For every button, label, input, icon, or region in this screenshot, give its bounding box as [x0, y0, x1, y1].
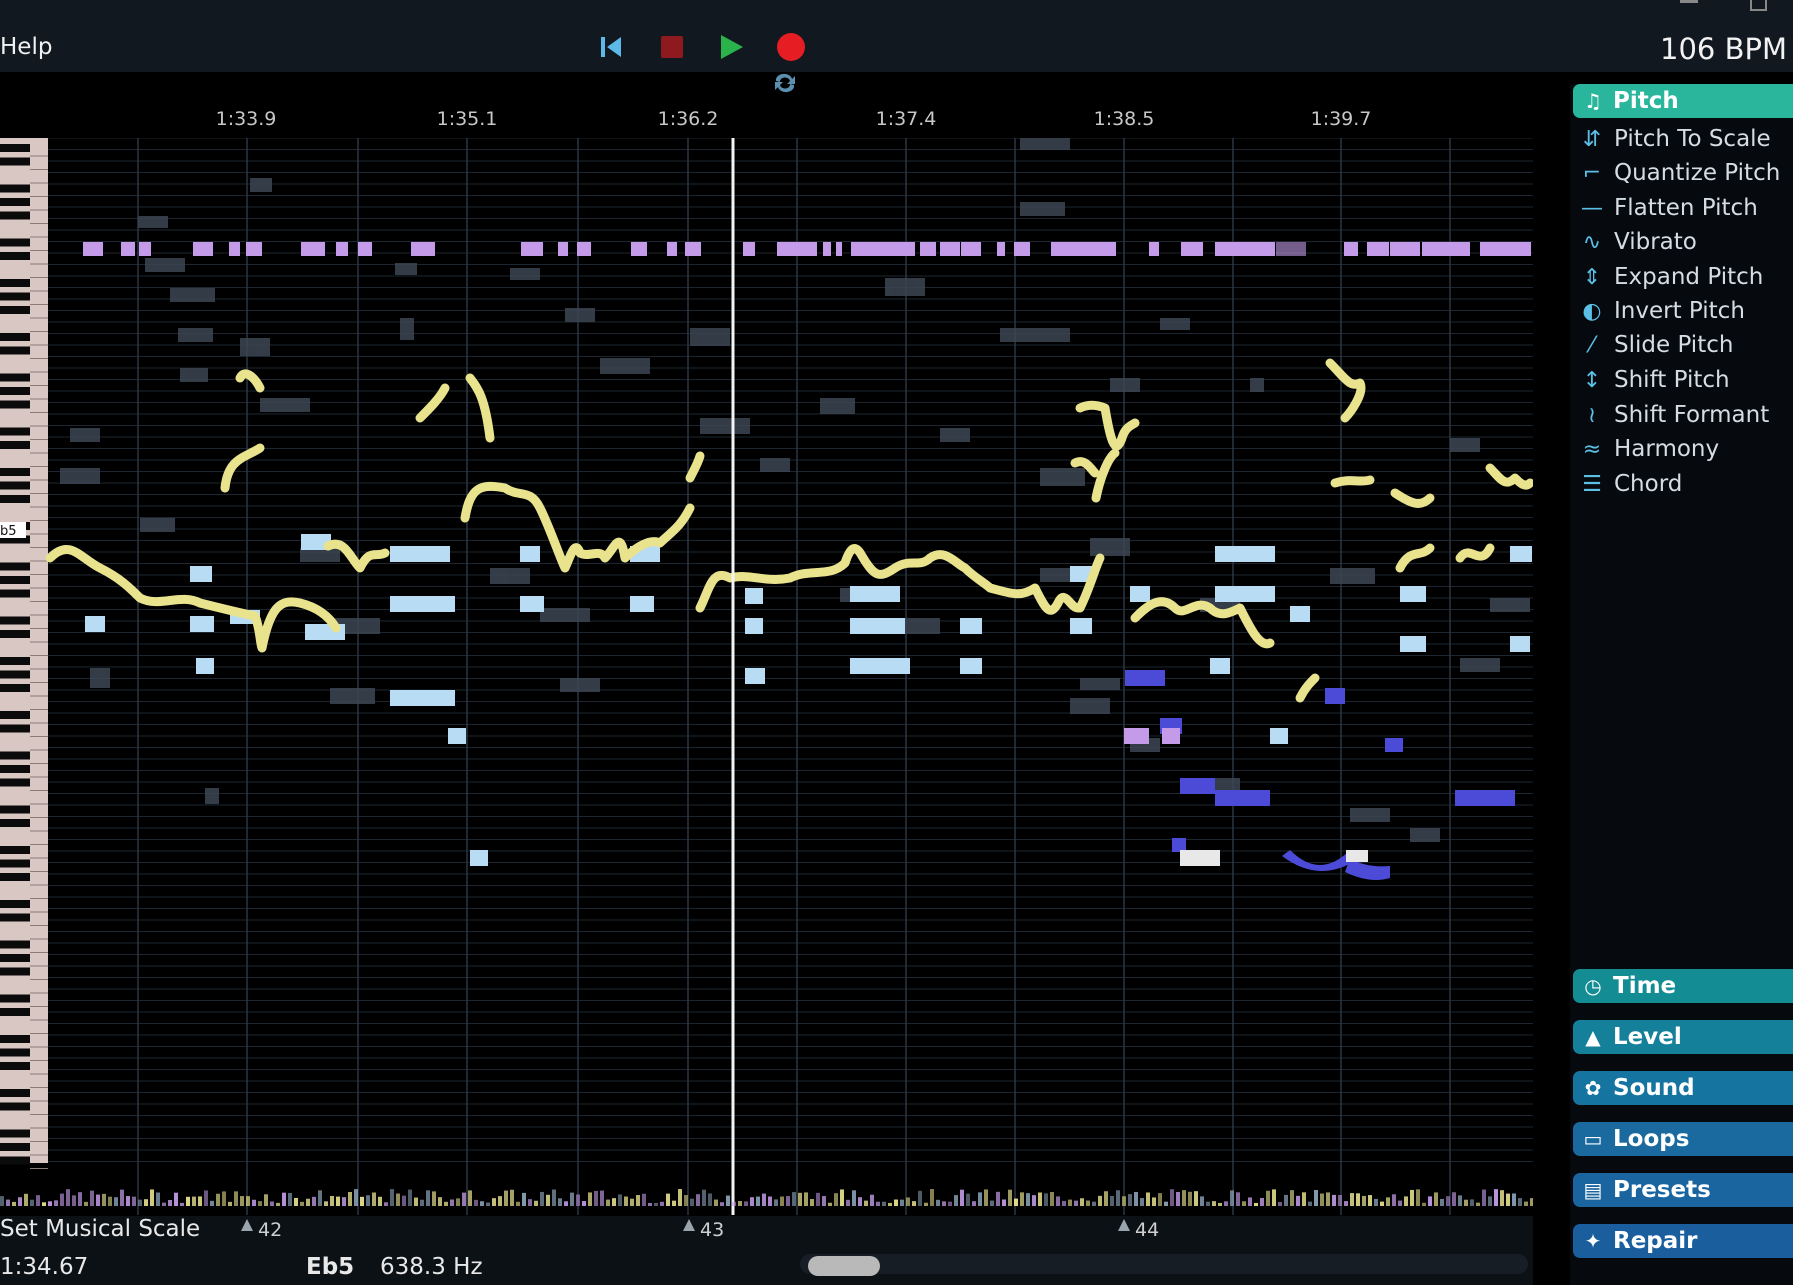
ruler-time-label: 1:33.9	[215, 108, 277, 130]
harmony-icon: ≈	[1582, 436, 1602, 462]
horizontal-scrollbar[interactable]	[800, 1254, 1528, 1274]
tool-pitch-to-scale[interactable]: ⇵ Pitch To Scale	[1578, 124, 1771, 154]
chord-icon: ☰	[1582, 471, 1602, 497]
bar-number: 43	[700, 1219, 725, 1241]
tool-label: Quantize Pitch	[1614, 160, 1781, 186]
level-section-button[interactable]: ▲ Level	[1573, 1020, 1793, 1054]
vibrato-icon: ∿	[1582, 229, 1602, 255]
skip-triangle-icon	[607, 37, 621, 57]
play-button[interactable]	[718, 34, 744, 60]
section-label: Presets	[1613, 1177, 1711, 1203]
ruler-time-label: 1:35.1	[436, 108, 498, 130]
wand-icon: ✦	[1584, 1229, 1602, 1253]
repair-section-button[interactable]: ✦ Repair	[1573, 1224, 1793, 1258]
section-label: Loops	[1613, 1126, 1690, 1152]
tool-quantize-pitch[interactable]: ⌐ Quantize Pitch	[1578, 158, 1781, 188]
loop-toggle[interactable]	[772, 72, 798, 94]
menu-help[interactable]: Help	[0, 34, 52, 60]
tool-label: Pitch To Scale	[1614, 126, 1771, 152]
time-section-button[interactable]: ◷ Time	[1573, 969, 1793, 1003]
tool-vibrato[interactable]: ∿ Vibrato	[1578, 227, 1697, 257]
tool-shift-formant[interactable]: ≀ Shift Formant	[1578, 400, 1769, 430]
tool-label: Harmony	[1614, 436, 1720, 462]
tool-slide-pitch[interactable]: ⁄ Slide Pitch	[1578, 330, 1733, 360]
status-frequency: 638.3 Hz	[380, 1254, 483, 1280]
pitch-editor-canvas[interactable]: b5	[0, 138, 1533, 1215]
tool-harmony[interactable]: ≈ Harmony	[1578, 434, 1719, 464]
stop-icon	[661, 36, 683, 58]
bar-number: 42	[258, 1219, 283, 1241]
quantize-icon: ⌐	[1582, 160, 1602, 186]
stop-button[interactable]	[659, 34, 685, 60]
tool-label: Slide Pitch	[1614, 332, 1734, 358]
tool-label: Chord	[1614, 471, 1683, 497]
status-note: Eb5	[306, 1254, 355, 1280]
tool-label: Shift Formant	[1614, 402, 1770, 428]
flatten-icon: —	[1581, 195, 1603, 221]
slide-icon: ⁄	[1590, 332, 1594, 358]
record-button[interactable]	[776, 32, 806, 62]
play-icon	[721, 35, 743, 59]
cassette-icon: ▭	[1583, 1127, 1603, 1151]
skip-to-start-button[interactable]	[598, 34, 624, 60]
section-label: Repair	[1613, 1228, 1698, 1254]
section-label: Time	[1613, 973, 1677, 999]
pitch-to-scale-icon: ⇵	[1582, 126, 1602, 152]
bar-marker-icon	[241, 1219, 253, 1231]
tool-label: Expand Pitch	[1614, 264, 1764, 290]
tool-label: Shift Pitch	[1614, 367, 1730, 393]
top-bar	[0, 0, 1793, 72]
minimize-icon[interactable]	[1680, 0, 1698, 3]
pitch-section-header[interactable]: ♫ Pitch	[1573, 84, 1793, 118]
sound-section-button[interactable]: ✿ Sound	[1573, 1071, 1793, 1105]
pitch-grid	[48, 138, 1533, 1162]
loops-section-button[interactable]: ▭ Loops	[1573, 1122, 1793, 1156]
bar-marker-icon	[683, 1219, 695, 1231]
shift-icon: ↕	[1582, 367, 1602, 393]
ruler-time-label: 1:37.4	[875, 108, 937, 130]
waveform-overview	[0, 1189, 1533, 1206]
status-action: Set Musical Scale	[0, 1216, 201, 1242]
pitch-section-label: Pitch	[1613, 88, 1679, 114]
formant-icon: ≀	[1587, 402, 1597, 428]
tool-chord[interactable]: ☰ Chord	[1578, 469, 1682, 499]
mountain-icon: ▲	[1585, 1025, 1601, 1049]
tool-label: Vibrato	[1614, 229, 1697, 255]
ruler-time-label: 1:38.5	[1093, 108, 1155, 130]
lead-pitch-curve	[45, 358, 1533, 703]
section-label: Level	[1613, 1024, 1682, 1050]
section-label: Sound	[1613, 1075, 1695, 1101]
folder-icon: ▤	[1583, 1178, 1603, 1202]
maximize-icon[interactable]	[1750, 0, 1767, 11]
skip-bar-icon	[601, 37, 605, 57]
tool-label: Invert Pitch	[1614, 298, 1745, 324]
ruler-time-label: 1:39.7	[1310, 108, 1372, 130]
clock-icon: ◷	[1584, 974, 1602, 998]
record-icon	[777, 33, 805, 61]
bar-marker-icon	[1118, 1219, 1130, 1231]
bottom-bar	[0, 1216, 1533, 1285]
presets-section-button[interactable]: ▤ Presets	[1573, 1173, 1793, 1207]
tool-label: Flatten Pitch	[1614, 195, 1758, 221]
expand-icon: ⇕	[1582, 264, 1602, 290]
music-note-icon: ♫	[1584, 89, 1602, 113]
tempo-display[interactable]: 106 BPM	[1660, 32, 1787, 66]
invert-icon: ◐	[1582, 298, 1602, 324]
piano-keyboard: b5	[0, 138, 48, 1169]
drum-notes	[83, 242, 1531, 256]
tool-invert-pitch[interactable]: ◐ Invert Pitch	[1578, 296, 1745, 326]
tool-flatten-pitch[interactable]: — Flatten Pitch	[1578, 193, 1758, 223]
status-time: 1:34.67	[0, 1254, 89, 1280]
tool-expand-pitch[interactable]: ⇕ Expand Pitch	[1578, 262, 1764, 292]
bar-number: 44	[1135, 1219, 1160, 1241]
ruler-time-label: 1:36.2	[657, 108, 719, 130]
beat-grid	[137, 138, 1451, 1215]
key-marker-label: b5	[0, 524, 17, 539]
scrollbar-thumb[interactable]	[808, 1256, 880, 1276]
palette-icon: ✿	[1584, 1076, 1602, 1100]
tool-shift-pitch[interactable]: ↕ Shift Pitch	[1578, 365, 1730, 395]
